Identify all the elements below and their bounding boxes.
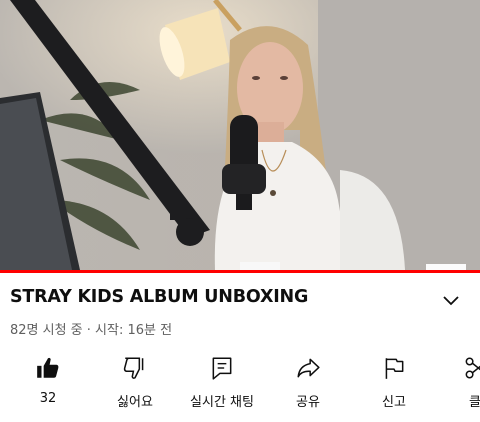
dislike-button[interactable]: 싫어요	[87, 351, 183, 411]
clip-label: 클	[469, 395, 480, 410]
live-chat-button[interactable]: 실시간 채팅	[174, 351, 270, 411]
share-label: 공유	[296, 395, 320, 410]
action-bar: 32 싫어요 실시간 채팅 공유 신고 클	[0, 351, 480, 411]
clip-button[interactable]: 클	[427, 351, 480, 411]
like-button[interactable]: 32	[0, 351, 96, 411]
video-title[interactable]: STRAY KIDS ALBUM UNBOXING	[10, 287, 308, 307]
dislike-label: 싫어요	[117, 395, 153, 410]
live-chat-icon	[209, 355, 235, 381]
flag-icon	[381, 355, 407, 381]
chevron-down-icon[interactable]	[440, 289, 462, 311]
thumbs-down-icon	[122, 355, 148, 381]
share-icon	[295, 355, 321, 381]
video-info: STRAY KIDS ALBUM UNBOXING 82명 시청 중 · 시작:…	[0, 273, 480, 422]
video-player[interactable]	[0, 0, 480, 270]
like-count: 32	[39, 391, 57, 406]
viewer-meta: 82명 시청 중 · 시작: 16분 전	[10, 323, 173, 338]
thumbs-up-filled-icon	[35, 355, 61, 381]
live-chat-label: 실시간 채팅	[190, 395, 254, 410]
share-button[interactable]: 공유	[260, 351, 356, 411]
video-frame	[0, 0, 480, 270]
clip-icon	[462, 355, 480, 381]
